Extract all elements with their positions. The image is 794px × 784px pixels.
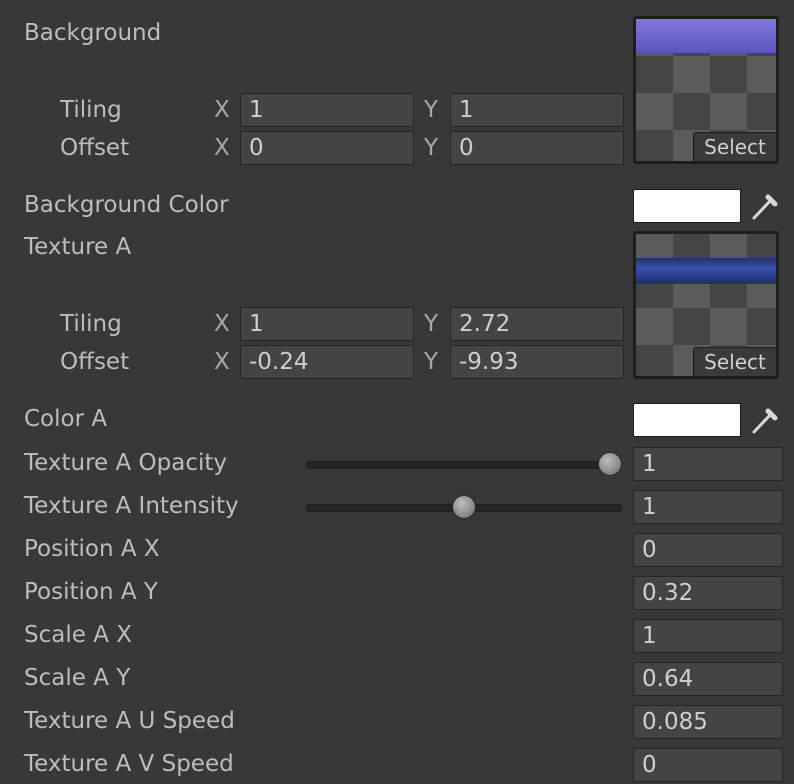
background-tiling-y-field[interactable]: 1	[450, 93, 624, 127]
background-offset-label: Offset	[60, 135, 130, 161]
property-label: Position A Y	[24, 579, 158, 605]
texture-a-tiling-y-field[interactable]: 2.72	[450, 307, 624, 341]
background-tiling-y-axis: Y	[424, 97, 439, 123]
property-label: Scale A Y	[24, 665, 131, 691]
property-value-field[interactable]: 0.085	[633, 705, 783, 739]
texture-a-tiling-label: Tiling	[60, 311, 122, 337]
background-texture-image	[636, 19, 776, 53]
slider-handle[interactable]	[598, 452, 622, 476]
texture-a-offset-label: Offset	[60, 349, 130, 375]
background-offset-x-axis: X	[214, 135, 230, 161]
texture-a-tiling-x-axis: X	[214, 311, 230, 337]
background-offset-y-axis: Y	[424, 135, 439, 161]
background-select-button[interactable]: Select	[693, 132, 776, 161]
texture-a-offset-y-field[interactable]: -9.93	[450, 345, 624, 379]
property-label: Texture A Opacity	[24, 450, 228, 476]
property-value-field[interactable]: 1	[633, 490, 783, 524]
slider-handle[interactable]	[452, 495, 476, 519]
background-tiling-x-field[interactable]: 1	[240, 93, 414, 127]
texture-a-tiling-x-field[interactable]: 1	[240, 307, 414, 341]
property-label: Scale A X	[24, 622, 132, 648]
background-tiling-x-axis: X	[214, 97, 230, 123]
background-offset-x-field[interactable]: 0	[240, 131, 414, 165]
texture-a-offset-x-axis: X	[214, 349, 230, 375]
background-tiling-label: Tiling	[60, 97, 122, 123]
texture-a-label: Texture A	[24, 234, 132, 260]
eyedropper-icon[interactable]	[748, 189, 780, 223]
property-value-field[interactable]: 0	[633, 533, 783, 567]
background-color-label: Background Color	[24, 192, 229, 218]
texture-a-tiling-y-axis: Y	[424, 311, 439, 337]
property-label: Texture A Intensity	[24, 493, 239, 519]
background-texture-label: Background	[24, 20, 162, 46]
property-value-field[interactable]: 0.64	[633, 662, 783, 696]
eyedropper-icon[interactable]	[748, 403, 780, 437]
property-value-field[interactable]: 0.32	[633, 576, 783, 610]
texture-a-offset-x-field[interactable]: -0.24	[240, 345, 414, 379]
property-label: Texture A V Speed	[24, 751, 234, 777]
texture-a-preview[interactable]: Select	[633, 231, 779, 379]
property-value-field[interactable]: 1	[633, 619, 783, 653]
property-value-field[interactable]: 0	[633, 748, 783, 782]
color-a-swatch[interactable]	[633, 403, 741, 437]
property-label: Position A X	[24, 536, 160, 562]
property-value-field[interactable]: 1	[633, 447, 783, 481]
background-offset-y-field[interactable]: 0	[450, 131, 624, 165]
texture-a-image	[636, 258, 776, 284]
property-label: Texture A U Speed	[24, 708, 235, 734]
color-a-label: Color A	[24, 406, 108, 432]
slider-track[interactable]	[306, 461, 622, 469]
texture-a-offset-y-axis: Y	[424, 349, 439, 375]
background-color-swatch[interactable]	[633, 189, 741, 223]
texture-a-select-button[interactable]: Select	[693, 347, 776, 376]
background-texture-preview[interactable]: Select	[633, 16, 779, 164]
